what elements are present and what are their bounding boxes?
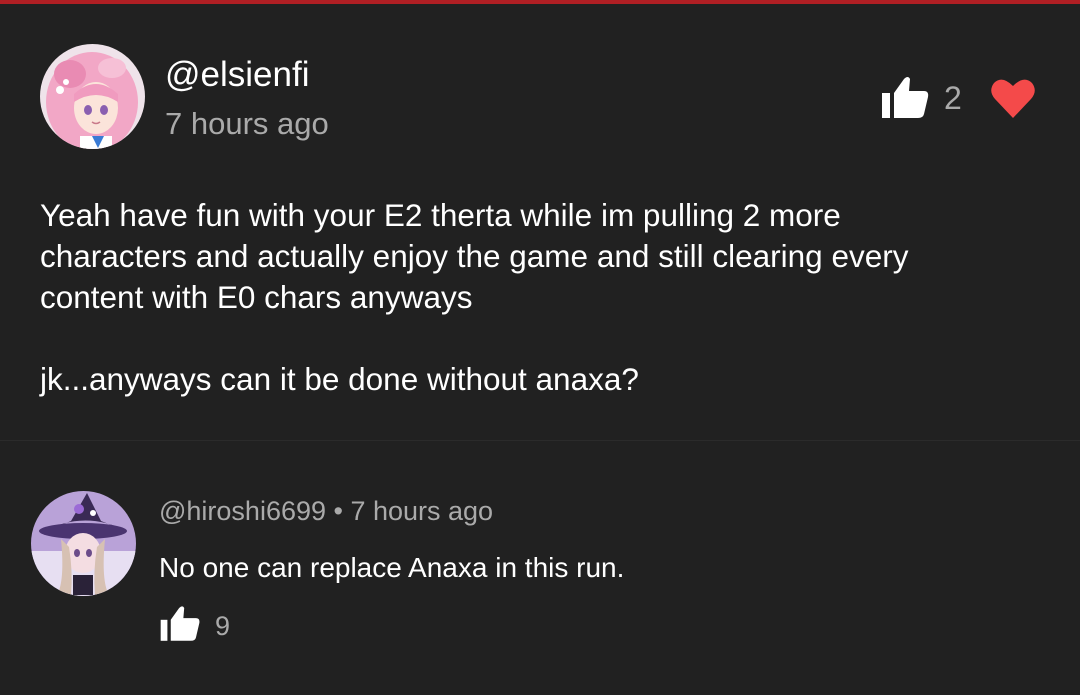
comment-body: Yeah have fun with your E2 therta while …: [40, 195, 1040, 400]
comment-line: Yeah have fun with your E2 therta while …: [40, 197, 841, 233]
comment-timestamp: 7 hours ago: [165, 106, 329, 141]
comment-username[interactable]: @elsienfi: [165, 55, 309, 95]
comment-line: characters and actually enjoy the game a…: [40, 238, 909, 274]
like-count: 2: [944, 80, 962, 116]
comment-line: jk...anyways can it be done without anax…: [40, 361, 639, 397]
heart-icon: [991, 79, 1035, 118]
reply-like-button[interactable]: [157, 603, 203, 645]
commenter-avatar[interactable]: [40, 44, 145, 149]
reply-like-count: 9: [215, 611, 231, 641]
like-button[interactable]: [880, 73, 930, 123]
reply-avatar[interactable]: [31, 491, 136, 596]
top-accent-bar: [0, 0, 1080, 4]
thumbs-up-icon: [882, 77, 929, 118]
section-divider: [0, 440, 1080, 441]
creator-heart: [990, 77, 1036, 119]
thumbs-up-icon: [160, 606, 200, 641]
reply-text: No one can replace Anaxa in this run.: [159, 552, 625, 583]
comment-line: content with E0 chars anyways: [40, 279, 473, 315]
reply-meta[interactable]: @hiroshi6699 • 7 hours ago: [159, 496, 493, 527]
